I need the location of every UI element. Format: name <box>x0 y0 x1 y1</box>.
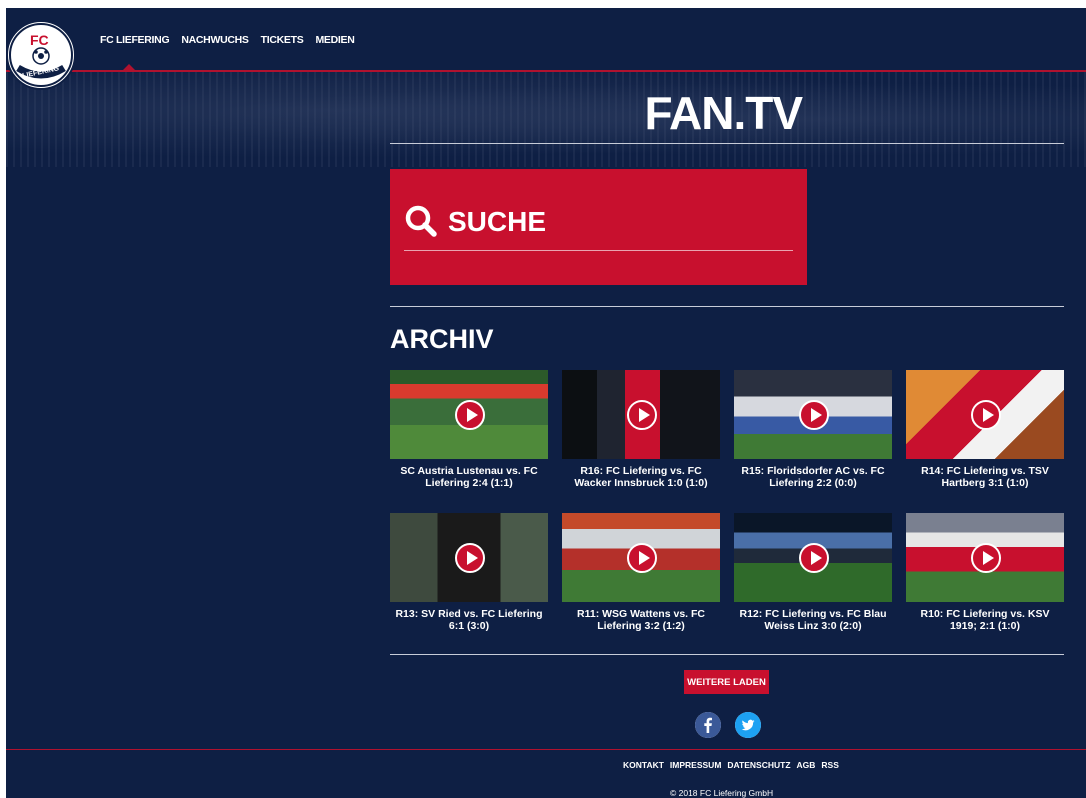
video-thumbnail[interactable] <box>562 370 720 459</box>
nav-item-medien[interactable]: MEDIEN <box>315 34 354 46</box>
footer-divider <box>6 749 1086 750</box>
play-icon[interactable] <box>627 400 657 430</box>
search-icon[interactable] <box>404 204 438 238</box>
copyright-text: © 2018 FC Liefering GmbH <box>670 788 774 798</box>
video-title[interactable]: R15: Floridsdorfer AC vs. FC Liefering 2… <box>734 465 892 489</box>
footer-link-agb[interactable]: AGB <box>797 760 816 770</box>
video-thumbnail[interactable] <box>562 513 720 602</box>
page-title: FAN.TV <box>644 87 803 139</box>
facebook-icon[interactable] <box>695 712 721 738</box>
video-grid: SC Austria Lustenau vs. FC Liefering 2:4… <box>390 370 1064 647</box>
footer-link-datenschutz[interactable]: DATENSCHUTZ <box>727 760 790 770</box>
video-card[interactable]: R16: FC Liefering vs. FC Wacker Innsbruc… <box>562 370 720 504</box>
video-thumbnail[interactable] <box>734 513 892 602</box>
video-card[interactable]: R14: FC Liefering vs. TSV Hartberg 3:1 (… <box>906 370 1064 504</box>
video-title[interactable]: SC Austria Lustenau vs. FC Liefering 2:4… <box>390 465 548 489</box>
search-label: SUCHE <box>448 206 547 237</box>
footer-link-rss[interactable]: RSS <box>821 760 838 770</box>
play-icon[interactable] <box>799 543 829 573</box>
nav-item-nachwuchs[interactable]: NACHWUCHS <box>181 34 249 46</box>
archive-title: ARCHIV <box>390 324 494 354</box>
page-frame: FC LIEFERING FC LIEFERING NACHWUCHS TICK… <box>6 8 1086 798</box>
video-title[interactable]: R14: FC Liefering vs. TSV Hartberg 3:1 (… <box>906 465 1064 489</box>
video-card[interactable]: R13: SV Ried vs. FC Liefering 6:1 (3:0) <box>390 513 548 647</box>
facebook-link[interactable] <box>695 712 721 738</box>
divider <box>390 143 1064 144</box>
play-icon[interactable] <box>455 543 485 573</box>
video-title[interactable]: R12: FC Liefering vs. FC Blau Weiss Linz… <box>734 608 892 632</box>
footer-nav: KONTAKT IMPRESSUM DATENSCHUTZ AGB RSS <box>623 760 839 770</box>
video-card[interactable]: R10: FC Liefering vs. KSV 1919; 2:1 (1:0… <box>906 513 1064 647</box>
video-card[interactable]: R15: Floridsdorfer AC vs. FC Liefering 2… <box>734 370 892 504</box>
twitter-link[interactable] <box>735 712 761 738</box>
video-card[interactable]: SC Austria Lustenau vs. FC Liefering 2:4… <box>390 370 548 504</box>
load-more-button[interactable]: WEITERE LADEN <box>684 670 769 694</box>
video-thumbnail[interactable] <box>734 370 892 459</box>
divider <box>390 306 1064 307</box>
video-thumbnail[interactable] <box>906 513 1064 602</box>
video-title[interactable]: R16: FC Liefering vs. FC Wacker Innsbruc… <box>562 465 720 489</box>
video-thumbnail[interactable] <box>390 513 548 602</box>
footer-link-impressum[interactable]: IMPRESSUM <box>670 760 721 770</box>
play-icon[interactable] <box>799 400 829 430</box>
video-title[interactable]: R11: WSG Wattens vs. FC Liefering 3:2 (1… <box>562 608 720 632</box>
play-icon[interactable] <box>971 400 1001 430</box>
play-icon[interactable] <box>971 543 1001 573</box>
video-thumbnail[interactable] <box>906 370 1064 459</box>
play-icon[interactable] <box>455 400 485 430</box>
play-icon[interactable] <box>627 543 657 573</box>
video-title[interactable]: R10: FC Liefering vs. KSV 1919; 2:1 (1:0… <box>906 608 1064 632</box>
footer-link-kontakt[interactable]: KONTAKT <box>623 760 664 770</box>
search-input-underline <box>404 250 793 251</box>
svg-text:FC: FC <box>30 32 49 48</box>
divider <box>390 654 1064 655</box>
search-box[interactable]: SUCHE <box>390 169 807 285</box>
video-title[interactable]: R13: SV Ried vs. FC Liefering 6:1 (3:0) <box>390 608 548 632</box>
main-nav: FC LIEFERING NACHWUCHS TICKETS MEDIEN <box>100 34 355 46</box>
nav-item-fc-liefering[interactable]: FC LIEFERING <box>100 34 170 46</box>
club-logo[interactable]: FC LIEFERING <box>6 20 76 90</box>
video-thumbnail[interactable] <box>390 370 548 459</box>
twitter-icon[interactable] <box>735 712 761 738</box>
nav-active-caret <box>123 64 135 70</box>
nav-item-tickets[interactable]: TICKETS <box>261 34 304 46</box>
video-card[interactable]: R12: FC Liefering vs. FC Blau Weiss Linz… <box>734 513 892 647</box>
video-card[interactable]: R11: WSG Wattens vs. FC Liefering 3:2 (1… <box>562 513 720 647</box>
logo-emblem-icon: FC LIEFERING <box>9 23 73 87</box>
